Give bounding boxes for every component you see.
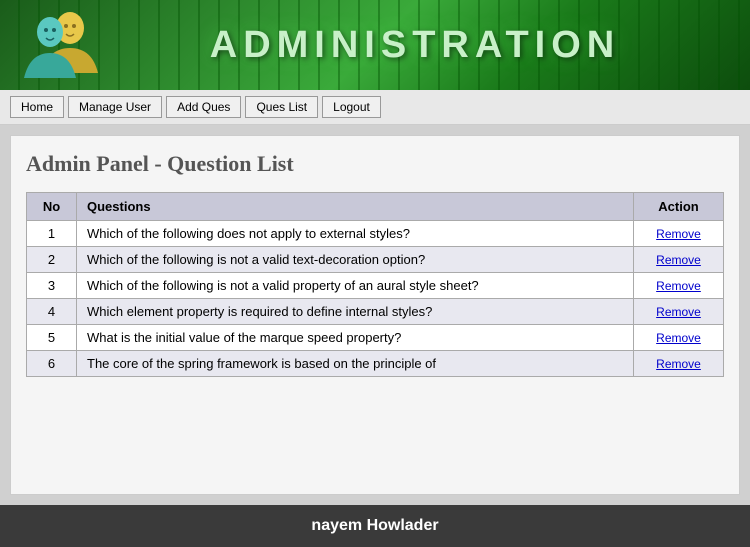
cell-no: 6 — [27, 351, 77, 377]
footer-text: nayem Howlader — [311, 517, 438, 534]
cell-action: Remove — [634, 221, 724, 247]
cell-question: Which of the following is not a valid te… — [77, 247, 634, 273]
cell-no: 2 — [27, 247, 77, 273]
cell-question: What is the initial value of the marque … — [77, 325, 634, 351]
cell-no: 4 — [27, 299, 77, 325]
cell-question: Which of the following is not a valid pr… — [77, 273, 634, 299]
question-table: No Questions Action 1Which of the follow… — [26, 192, 724, 377]
header-title-text: ADMINISTRATION — [210, 24, 621, 66]
cell-action: Remove — [634, 351, 724, 377]
col-header-no: No — [27, 193, 77, 221]
remove-link[interactable]: Remove — [656, 357, 701, 371]
cell-no: 5 — [27, 325, 77, 351]
cell-action: Remove — [634, 247, 724, 273]
nav-manage-user[interactable]: Manage User — [68, 96, 162, 118]
table-row: 3Which of the following is not a valid p… — [27, 273, 724, 299]
nav-add-ques[interactable]: Add Ques — [166, 96, 241, 118]
table-row: 4Which element property is required to d… — [27, 299, 724, 325]
nav-logout[interactable]: Logout — [322, 96, 381, 118]
table-row: 2Which of the following is not a valid t… — [27, 247, 724, 273]
nav-ques-list[interactable]: Ques List — [245, 96, 318, 118]
remove-link[interactable]: Remove — [656, 331, 701, 345]
main-content: Admin Panel - Question List No Questions… — [10, 135, 740, 495]
panel-title: Admin Panel - Question List — [26, 151, 724, 177]
header-title: ADMINISTRATION — [100, 24, 730, 67]
header-icon — [20, 8, 100, 83]
cell-action: Remove — [634, 299, 724, 325]
cell-action: Remove — [634, 325, 724, 351]
col-header-questions: Questions — [77, 193, 634, 221]
cell-no: 1 — [27, 221, 77, 247]
cell-question: Which of the following does not apply to… — [77, 221, 634, 247]
cell-question: The core of the spring framework is base… — [77, 351, 634, 377]
cell-question: Which element property is required to de… — [77, 299, 634, 325]
cell-action: Remove — [634, 273, 724, 299]
remove-link[interactable]: Remove — [656, 305, 701, 319]
remove-link[interactable]: Remove — [656, 253, 701, 267]
remove-link[interactable]: Remove — [656, 227, 701, 241]
remove-link[interactable]: Remove — [656, 279, 701, 293]
table-row: 5What is the initial value of the marque… — [27, 325, 724, 351]
table-row: 1Which of the following does not apply t… — [27, 221, 724, 247]
col-header-action: Action — [634, 193, 724, 221]
header: ADMINISTRATION — [0, 0, 750, 90]
nav-home[interactable]: Home — [10, 96, 64, 118]
cell-no: 3 — [27, 273, 77, 299]
table-row: 6The core of the spring framework is bas… — [27, 351, 724, 377]
navbar: Home Manage User Add Ques Ques List Logo… — [0, 90, 750, 125]
footer: nayem Howlader — [0, 505, 750, 547]
